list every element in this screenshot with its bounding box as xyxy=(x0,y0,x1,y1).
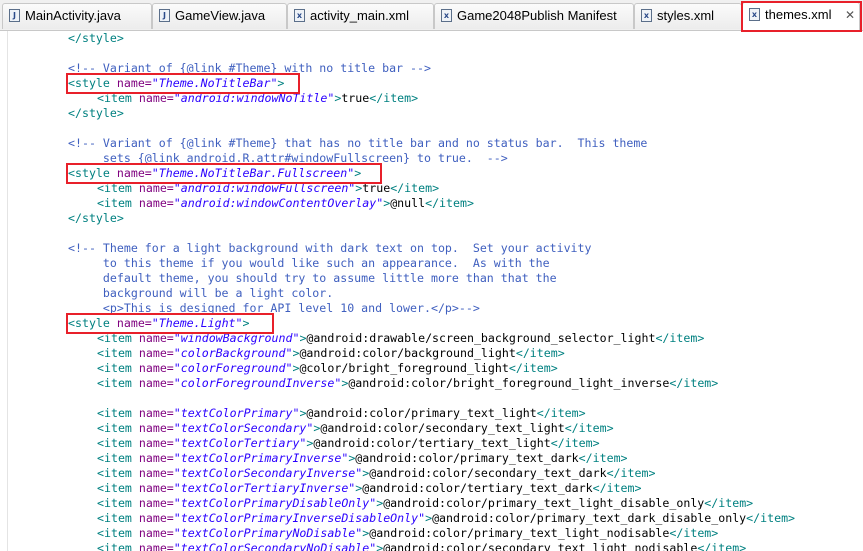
tab-label: Game2048Publish Manifest xyxy=(457,8,617,23)
manifest-file-icon: x xyxy=(441,9,452,22)
xml-file-icon: x xyxy=(641,9,652,22)
code-comment: background will be a light color. xyxy=(68,286,334,300)
java-file-icon: J xyxy=(9,9,20,22)
code-line-item: <item name="textColorPrimaryDisableOnly"… xyxy=(97,496,754,510)
highlight-box xyxy=(66,163,382,184)
code-line: <item name="android:windowContentOverlay… xyxy=(97,196,474,210)
tab-label: styles.xml xyxy=(657,8,715,23)
tab-label: activity_main.xml xyxy=(310,8,409,23)
tab-label: MainActivity.java xyxy=(25,8,121,23)
code-line-item: <item name="textColorPrimaryNoDisable">@… xyxy=(97,526,719,540)
tab-game-view[interactable]: J GameView.java xyxy=(152,3,287,29)
code-line-item: <item name="colorBackground">@android:co… xyxy=(97,346,565,360)
code-line-item: <item name="textColorPrimary">@android:c… xyxy=(97,406,586,420)
java-file-icon: J xyxy=(159,9,170,22)
highlight-box xyxy=(741,1,862,32)
code-line-item: <item name="textColorSecondary">@android… xyxy=(97,421,614,435)
tab-main-activity[interactable]: J MainActivity.java xyxy=(2,3,152,29)
code-comment: default theme, you should try to assume … xyxy=(68,271,557,285)
code-line-item: <item name="textColorSecondaryInverse">@… xyxy=(97,466,656,480)
code-editor[interactable]: </style> <!-- Variant of {@link #Theme} … xyxy=(8,31,863,551)
code-line-item: <item name="textColorPrimaryInverseDisab… xyxy=(97,511,796,525)
code-line-item: <item name="textColorTertiary">@android:… xyxy=(97,436,600,450)
highlight-box xyxy=(66,73,300,94)
code-comment: <!-- Variant of {@link #Theme} that has … xyxy=(68,136,648,150)
editor-gutter xyxy=(0,31,8,551)
code-line-item: <item name="colorForeground">@color/brig… xyxy=(97,361,558,375)
tab-manifest[interactable]: x Game2048Publish Manifest xyxy=(434,3,634,29)
xml-file-icon: x xyxy=(294,9,305,22)
code-line: </style> xyxy=(68,211,124,225)
code-line-item: <item name="textColorSecondaryNoDisable"… xyxy=(97,541,747,551)
code-line-item: <item name="textColorTertiaryInverse">@a… xyxy=(97,481,642,495)
tab-styles[interactable]: x styles.xml xyxy=(634,3,742,29)
tab-activity-main[interactable]: x activity_main.xml xyxy=(287,3,434,29)
editor-tab-bar: J MainActivity.java J GameView.java x ac… xyxy=(0,0,863,32)
code-line: </style> xyxy=(68,31,124,46)
code-line-item: <item name="colorForegroundInverse">@and… xyxy=(97,376,719,390)
tab-label: GameView.java xyxy=(175,8,266,23)
highlight-box xyxy=(66,313,274,334)
code-comment: <!-- Theme for a light background with d… xyxy=(68,241,592,255)
code-line: </style> xyxy=(68,106,124,120)
code-comment: to this theme if you would like such an … xyxy=(68,256,550,270)
xml-tag: </style> xyxy=(68,31,124,45)
code-line-item: <item name="textColorPrimaryInverse">@an… xyxy=(97,451,628,465)
